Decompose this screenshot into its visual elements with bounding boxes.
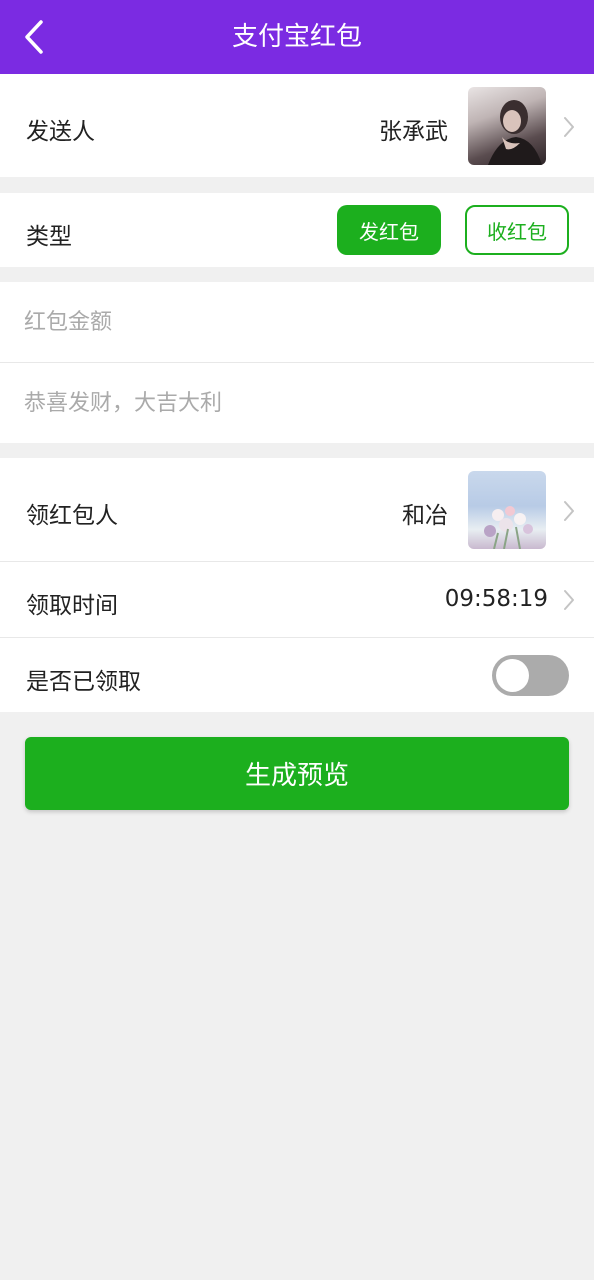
amount-input[interactable] (24, 282, 570, 362)
top-bar: 支付宝红包 (0, 0, 594, 74)
receive-time-value: 09:58:19 (444, 586, 548, 612)
send-packet-button[interactable]: 发红包 (337, 205, 441, 255)
receiver-card: 领红包人 和冶 领取时间 09:58:19 是否已领取 (0, 458, 594, 712)
type-row: 类型 发红包 收红包 (0, 193, 594, 267)
chevron-right-icon (564, 117, 574, 137)
receiver-name: 和冶 (402, 503, 448, 529)
sender-avatar-image (488, 100, 542, 165)
received-toggle[interactable] (492, 655, 569, 696)
receiver-label: 领红包人 (26, 503, 118, 529)
receiver-avatar-image (484, 506, 533, 549)
page-title: 支付宝红包 (231, 22, 362, 52)
sender-avatar[interactable] (468, 87, 546, 165)
chevron-right-icon (564, 590, 574, 610)
received-row: 是否已领取 (0, 638, 594, 712)
received-label: 是否已领取 (26, 669, 141, 695)
receiver-row[interactable]: 领红包人 和冶 (0, 458, 594, 561)
amount-message-card (0, 282, 594, 443)
message-input[interactable] (24, 363, 570, 443)
receive-time-label: 领取时间 (26, 593, 118, 619)
type-label: 类型 (26, 224, 72, 250)
sender-label: 发送人 (26, 119, 95, 145)
receive-packet-button[interactable]: 收红包 (465, 205, 569, 255)
toggle-knob (496, 659, 529, 692)
sender-name: 张承武 (379, 119, 448, 145)
generate-preview-button[interactable]: 生成预览 (25, 737, 569, 810)
chevron-right-icon (564, 501, 574, 521)
receiver-avatar[interactable] (468, 471, 546, 549)
receive-time-row[interactable]: 领取时间 09:58:19 (0, 562, 594, 637)
sender-row[interactable]: 发送人 张承武 (0, 74, 594, 177)
